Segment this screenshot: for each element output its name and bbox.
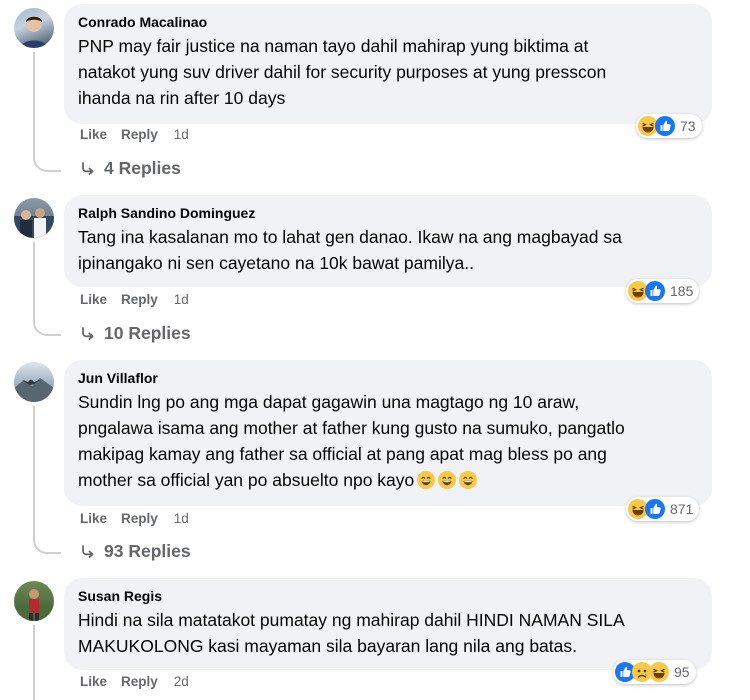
- comment-text-line: Tang ina kasalanan mo to lahat gen danao…: [78, 227, 622, 247]
- comment-bubble: Jun Villaflor Sundin lng po ang mga dapa…: [64, 360, 712, 506]
- reply-arrow-icon: [80, 326, 96, 342]
- reply-button[interactable]: Reply: [121, 127, 158, 142]
- comment-text-line: makipag kamay ang father sa official at …: [78, 444, 607, 464]
- comment-text-line: Sundin lng po ang mga dapat gagawin una …: [78, 392, 580, 412]
- thread-line: [33, 52, 35, 152]
- view-replies-button[interactable]: 93 Replies: [80, 541, 191, 562]
- replies-count-label: 4 Replies: [104, 158, 181, 178]
- like-button[interactable]: Like: [80, 292, 107, 307]
- comment-author[interactable]: Ralph Sandino Dominguez: [78, 204, 698, 222]
- comment-author[interactable]: Jun Villaflor: [78, 369, 698, 387]
- reply-button[interactable]: Reply: [121, 292, 158, 307]
- grin-emoji-icon: [459, 471, 477, 489]
- reply-button[interactable]: Reply: [121, 511, 158, 526]
- replies-count-label: 10 Replies: [104, 323, 191, 343]
- reply-arrow-icon: [80, 161, 96, 177]
- avatar[interactable]: [14, 198, 54, 238]
- comment-timestamp[interactable]: 2d: [174, 674, 189, 689]
- replies-count-label: 93 Replies: [104, 541, 191, 561]
- comment-text-line: PNP may fair justice na naman tayo dahil…: [78, 36, 589, 56]
- reaction-count: 73: [680, 118, 696, 134]
- reply-button[interactable]: Reply: [121, 674, 158, 689]
- comment-text-line: MAKUKOLONG kasi mayaman sila bayaran lan…: [78, 636, 577, 656]
- thread-connector: [33, 534, 61, 554]
- comment-text-line: pngalawa isama ang mother at father kung…: [78, 418, 625, 438]
- comment-actions: Like Reply 1d: [80, 511, 189, 526]
- comment-text-line: mother sa official yan po absuelto npo k…: [78, 467, 698, 493]
- comment-timestamp[interactable]: 1d: [174, 292, 189, 307]
- comment-timestamp[interactable]: 1d: [174, 127, 189, 142]
- thread-line: [33, 242, 35, 316]
- grin-emoji-icon: [438, 471, 456, 489]
- comment-bubble: Ralph Sandino Dominguez Tang ina kasalan…: [64, 195, 712, 287]
- comment-actions: Like Reply 1d: [80, 292, 189, 307]
- thread-line: [33, 406, 35, 534]
- comment-text-line: ihanda na rin after 10 days: [78, 88, 286, 108]
- like-icon: [645, 499, 665, 519]
- reaction-summary[interactable]: 95: [613, 660, 696, 684]
- like-icon: [645, 281, 665, 301]
- grin-emoji-icon: [417, 471, 435, 489]
- view-replies-button[interactable]: 10 Replies: [80, 323, 191, 344]
- avatar[interactable]: [14, 362, 54, 402]
- like-icon: [655, 116, 675, 136]
- comment-author[interactable]: Conrado Macalinao: [78, 13, 698, 31]
- comment-text-line: natakot yung suv driver dahil for securi…: [78, 62, 607, 82]
- thread-connector: [33, 316, 61, 336]
- avatar[interactable]: [14, 8, 54, 48]
- like-button[interactable]: Like: [80, 511, 107, 526]
- reaction-summary[interactable]: 185: [626, 279, 700, 303]
- comment-text-line: Hindi na sila matatakot pumatay ng mahir…: [78, 610, 625, 630]
- comment-bubble: Conrado Macalinao PNP may fair justice n…: [64, 4, 712, 124]
- comment-text-segment: mother sa official yan po absuelto npo k…: [78, 470, 415, 490]
- haha-icon: [649, 662, 669, 682]
- comment-actions: Like Reply 1d: [80, 127, 189, 142]
- comment-text-line: ipinangako ni sen cayetano na 10k bawat …: [78, 253, 474, 273]
- thread-line: [33, 625, 35, 700]
- like-button[interactable]: Like: [80, 127, 107, 142]
- thread-connector: [33, 152, 61, 172]
- view-replies-button[interactable]: 4 Replies: [80, 158, 181, 179]
- comment-bubble: Susan Regis Hindi na sila matatakot puma…: [64, 578, 712, 670]
- reaction-count: 871: [670, 501, 694, 517]
- comment-timestamp[interactable]: 1d: [174, 511, 189, 526]
- reaction-count: 185: [670, 283, 694, 299]
- avatar[interactable]: [14, 581, 54, 621]
- like-button[interactable]: Like: [80, 674, 107, 689]
- reaction-summary[interactable]: 871: [626, 497, 700, 521]
- reaction-summary[interactable]: 73: [636, 114, 702, 138]
- comment-actions: Like Reply 2d: [80, 674, 189, 689]
- reply-arrow-icon: [80, 544, 96, 560]
- comment-author[interactable]: Susan Regis: [78, 587, 698, 605]
- reaction-count: 95: [674, 664, 690, 680]
